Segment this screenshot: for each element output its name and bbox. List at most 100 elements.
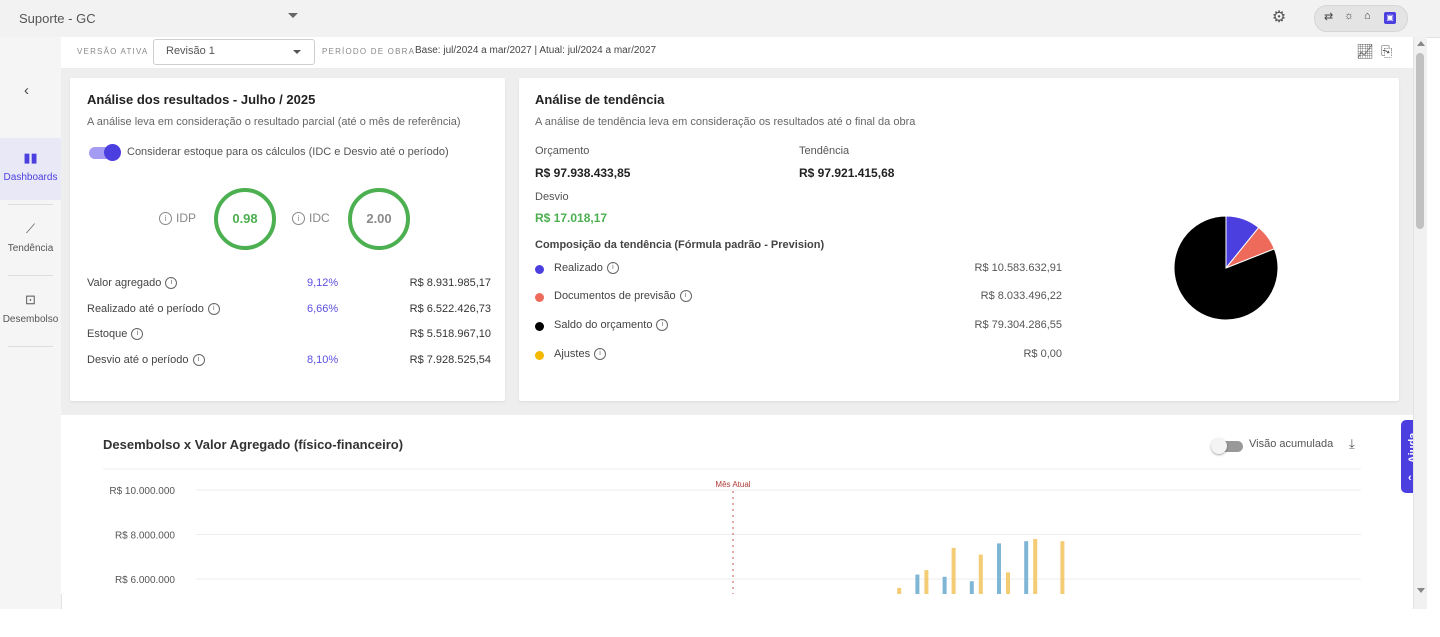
sidebar-item-tendencia[interactable]: ⟋ Tendência bbox=[0, 209, 61, 271]
bar[interactable] bbox=[969, 581, 974, 594]
sidebar-item-label: Dashboards bbox=[3, 172, 58, 183]
composition-row: Ajustes i R$ 0,00 bbox=[535, 348, 1062, 364]
info-icon[interactable]: i bbox=[656, 319, 669, 332]
legend-dot bbox=[535, 265, 544, 274]
metric-name: Valor agregado bbox=[87, 277, 162, 289]
composition-name: Realizado bbox=[554, 262, 603, 274]
composition-name: Ajustes bbox=[554, 348, 591, 360]
bar[interactable] bbox=[951, 547, 956, 594]
metric-row: Realizado até o período i 6,66% R$ 6.522.… bbox=[87, 303, 491, 319]
bar[interactable] bbox=[1033, 538, 1038, 594]
scroll-down-icon[interactable] bbox=[1417, 588, 1425, 593]
stock-toggle-label: Considerar estoque para os cálculos (IDC… bbox=[127, 146, 449, 158]
info-icon[interactable]: i bbox=[192, 354, 205, 367]
sidebar: ‹ ▮▮ Dashboards ⟋ Tendência ⊡ Desembolso bbox=[0, 37, 62, 609]
metric-name: Estoque bbox=[87, 328, 128, 340]
idc-label: i IDC bbox=[292, 211, 330, 226]
scroll-up-icon[interactable] bbox=[1417, 41, 1425, 46]
info-icon[interactable]: i bbox=[594, 348, 607, 361]
divider bbox=[8, 346, 53, 347]
trend-icon: ⟋ bbox=[25, 221, 36, 236]
sidebar-item-label: Desembolso bbox=[2, 314, 59, 325]
app-title[interactable]: Suporte - GC bbox=[19, 11, 96, 26]
stock-toggle[interactable] bbox=[89, 144, 121, 161]
deviation-label: Desvio bbox=[535, 191, 569, 203]
version-value: Revisão 1 bbox=[166, 45, 215, 57]
composition-row: Realizado i R$ 10.583.632,91 bbox=[535, 262, 1062, 278]
info-icon[interactable]: i bbox=[131, 328, 144, 341]
composition-value: R$ 0,00 bbox=[1023, 348, 1062, 360]
info-icon[interactable]: i bbox=[207, 303, 220, 316]
info-icon[interactable]: i bbox=[159, 212, 172, 226]
bar[interactable] bbox=[1060, 541, 1065, 594]
metric-name: Realizado até o período bbox=[87, 303, 204, 315]
top-bar: Suporte - GC ⚙ ⇄ ☼ ⌂ ▣ bbox=[0, 0, 1440, 38]
bar[interactable] bbox=[924, 570, 929, 594]
info-icon[interactable]: i bbox=[165, 277, 178, 290]
composition-value: R$ 10.583.632,91 bbox=[974, 262, 1062, 274]
legend-dot bbox=[535, 293, 544, 302]
version-label: VERSÃO ATIVA bbox=[77, 47, 149, 56]
trend-subtitle: A análise de tendência leva em considera… bbox=[535, 116, 916, 128]
metric-row: Desvio até o período i 8,10% R$ 7.928.525… bbox=[87, 354, 491, 370]
app-logo-icon[interactable]: ▣ bbox=[1384, 12, 1396, 24]
chevron-down-icon bbox=[293, 50, 301, 54]
composition-name: Documentos de previsão bbox=[554, 290, 676, 302]
scrollbar-thumb[interactable] bbox=[1416, 53, 1424, 229]
bar-chart-icon: ▮▮ bbox=[23, 150, 38, 165]
toggle-knob bbox=[104, 144, 121, 161]
metric-row: Estoque i R$ 5.518.967,10 bbox=[87, 328, 491, 344]
trend-card: Análise de tendência A análise de tendên… bbox=[519, 78, 1399, 401]
gear-icon[interactable]: ⚙ bbox=[1270, 9, 1288, 27]
trend-label: Tendência bbox=[799, 145, 850, 157]
divider bbox=[8, 204, 53, 205]
metric-value: R$ 7.928.525,54 bbox=[409, 354, 491, 366]
metric-pct: 6,66% bbox=[307, 303, 339, 315]
metric-pct: 9,12% bbox=[307, 277, 339, 289]
y-tick-label: R$ 6.000.000 bbox=[115, 575, 175, 586]
bar[interactable] bbox=[1024, 541, 1029, 594]
bar[interactable] bbox=[978, 554, 983, 594]
y-tick-label: R$ 10.000.000 bbox=[109, 486, 175, 497]
dashboard-content: Análise dos resultados - Julho / 2025 A … bbox=[61, 69, 1413, 594]
current-month-label: Mês Atual bbox=[715, 480, 750, 489]
idp-gauge: 0.98 bbox=[214, 188, 276, 250]
trend-value: R$ 97.921.415,68 bbox=[799, 166, 895, 180]
composition-row: Documentos de previsão i R$ 8.033.496,22 bbox=[535, 290, 1062, 306]
home-icon[interactable]: ⌂ bbox=[1364, 10, 1371, 22]
version-select[interactable]: Revisão 1 bbox=[153, 39, 315, 65]
results-card: Análise dos resultados - Julho / 2025 A … bbox=[70, 78, 505, 401]
transfer-icon[interactable]: ⇄ bbox=[1324, 10, 1333, 23]
metric-value: R$ 5.518.967,10 bbox=[409, 328, 491, 340]
idp-label: i IDP bbox=[159, 211, 196, 226]
composition-value: R$ 79.304.286,55 bbox=[974, 319, 1062, 331]
bar[interactable] bbox=[915, 574, 920, 594]
scrollbar[interactable] bbox=[1413, 37, 1427, 609]
composition-title: Composição da tendência (Fórmula padrão … bbox=[535, 239, 825, 251]
period-label: PERÍODO DE OBRA bbox=[322, 47, 416, 56]
export-file-icon[interactable]: ⎘ bbox=[1381, 43, 1392, 60]
line-chart-icon[interactable]: 📈︎ bbox=[1356, 43, 1374, 60]
results-title: Análise dos resultados - Julho / 2025 bbox=[87, 92, 316, 107]
bar[interactable] bbox=[897, 587, 902, 594]
page-bottom bbox=[0, 609, 1440, 637]
toolbar-pill: ⇄ ☼ ⌂ ▣ bbox=[1314, 5, 1408, 32]
bar[interactable] bbox=[1006, 572, 1010, 594]
metric-name: Desvio até o período bbox=[87, 354, 189, 366]
money-hand-icon: ⊡ bbox=[25, 292, 36, 307]
lightbulb-icon[interactable]: ☼ bbox=[1344, 10, 1354, 22]
y-tick-label: R$ 8.000.000 bbox=[115, 531, 175, 542]
budget-value: R$ 97.938.433,85 bbox=[535, 166, 631, 180]
chevron-left-icon[interactable]: ‹ bbox=[24, 82, 29, 99]
info-icon[interactable]: i bbox=[679, 290, 692, 303]
sidebar-item-desembolso[interactable]: ⊡ Desembolso bbox=[0, 280, 61, 342]
legend-dot bbox=[535, 322, 544, 331]
info-icon[interactable]: i bbox=[606, 262, 619, 275]
bar[interactable] bbox=[942, 576, 947, 594]
sidebar-item-dashboards[interactable]: ▮▮ Dashboards bbox=[0, 138, 61, 200]
chevron-down-icon[interactable] bbox=[288, 13, 298, 18]
metric-value: R$ 6.522.426,73 bbox=[409, 303, 491, 315]
period-value: Base: jul/2024 a mar/2027 | Atual: jul/2… bbox=[415, 45, 657, 56]
info-icon[interactable]: i bbox=[292, 212, 305, 226]
bar[interactable] bbox=[997, 543, 1001, 594]
